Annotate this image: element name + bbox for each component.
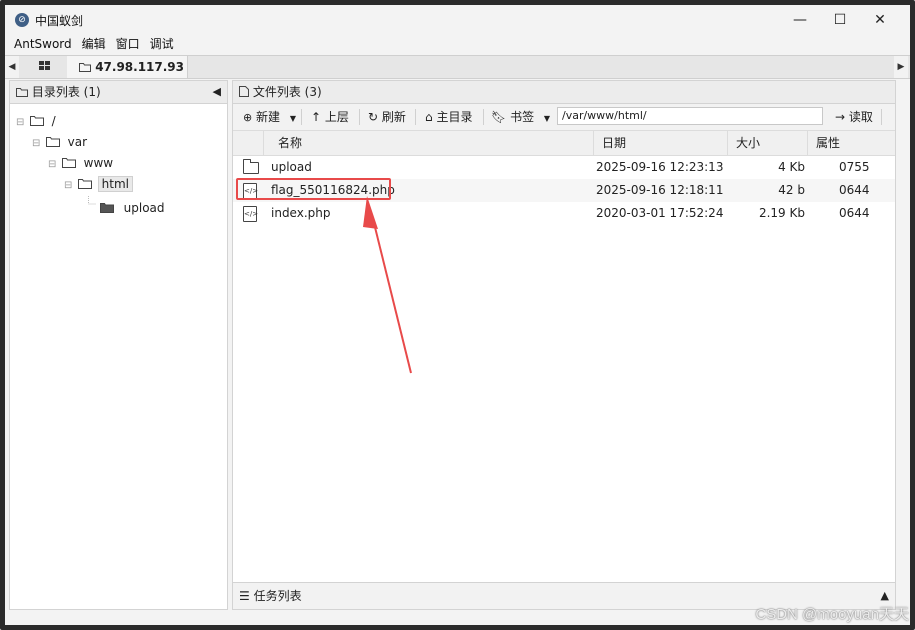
annotation-arrow <box>363 196 412 374</box>
watermark-text: CSDN @mooyuan天天 <box>755 606 909 623</box>
app-window: ⊘ 中国蚁剑 — ☐ ✕ AntSword 编辑 窗口 调试 ◀ 47.98.117.… <box>5 5 910 625</box>
